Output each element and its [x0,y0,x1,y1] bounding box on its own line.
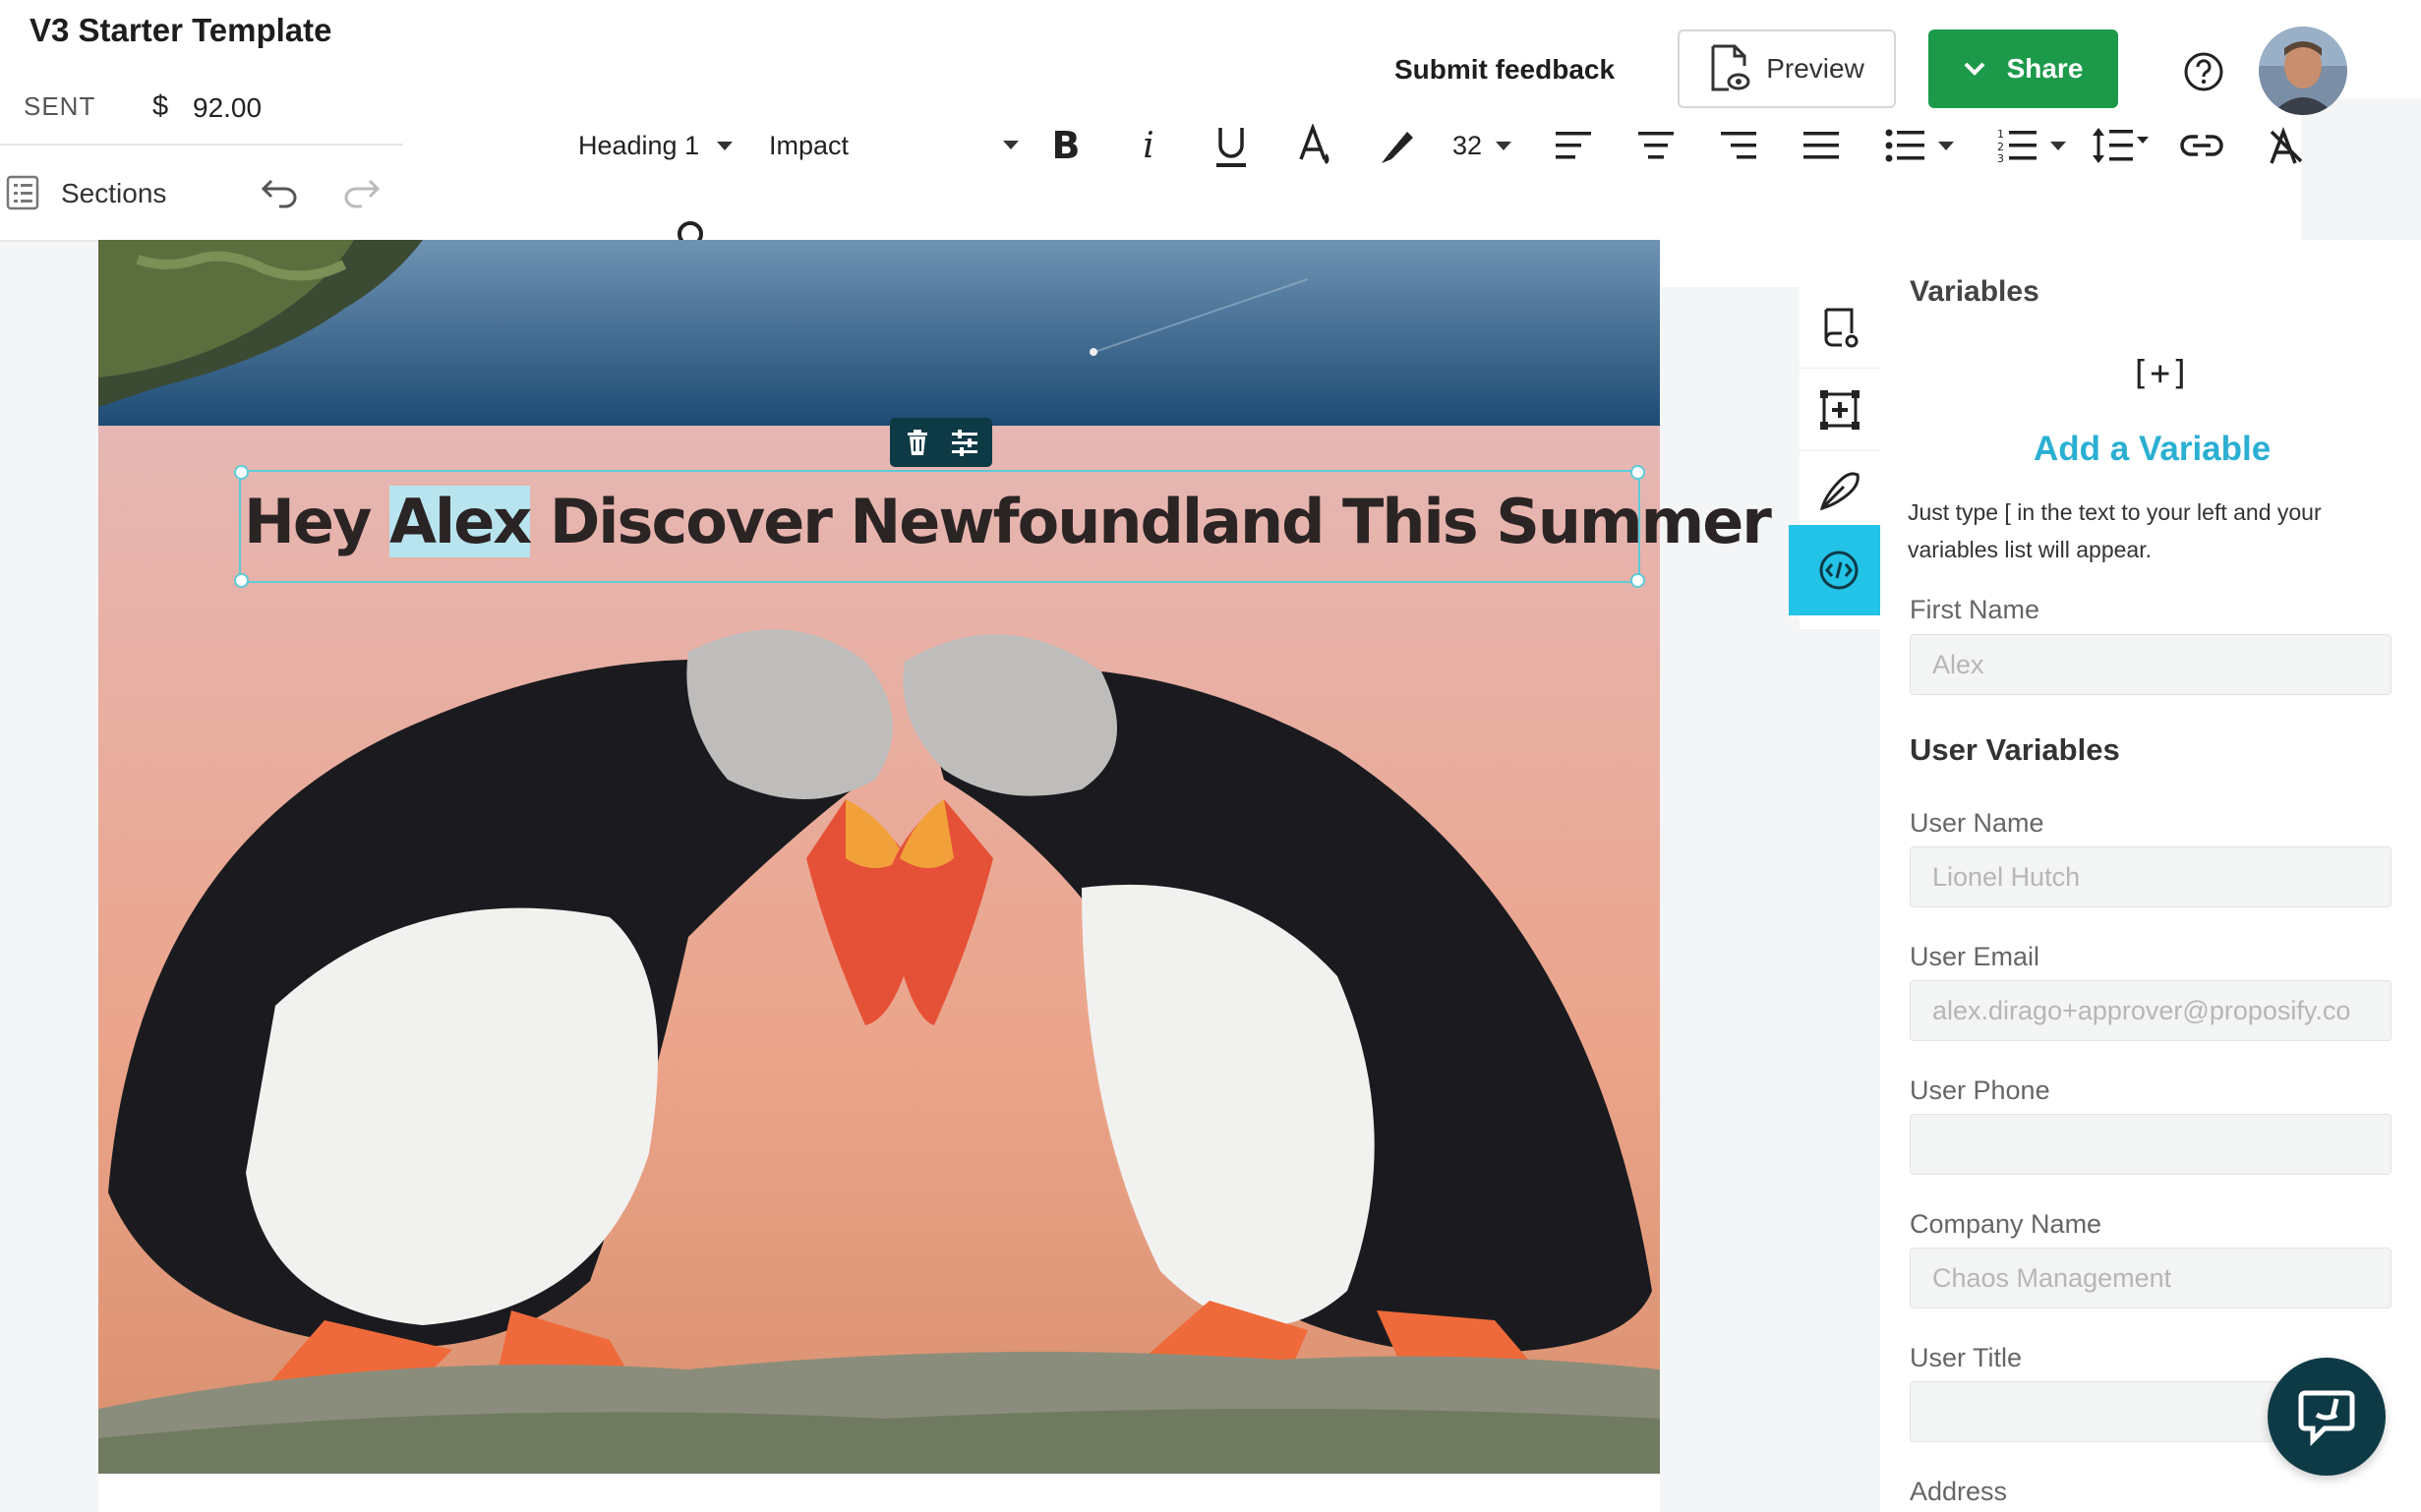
text-color-icon[interactable] [1295,122,1334,171]
bold-icon[interactable]: B [1047,124,1085,167]
svg-text:3: 3 [1997,152,2004,162]
heading-suffix: Discover Newfoundland This Summer [530,486,1772,557]
justify-icon[interactable] [1801,126,1841,165]
preview-label: Preview [1766,53,1864,84]
undo-icon[interactable] [258,175,301,210]
svg-text:1: 1 [1997,129,2004,141]
user-name-label: User Name [1910,808,2044,838]
line-height-icon[interactable] [2089,122,2154,169]
resize-handle[interactable] [234,573,249,588]
font-family-select[interactable]: Impact [769,126,1025,165]
user-email-field[interactable]: alex.dirago+approver@proposify.co [1910,980,2391,1041]
preview-document-icon [1711,44,1750,91]
fjord-banner-image[interactable] [98,240,1660,427]
font-size-value: 32 [1451,130,1483,160]
heading-text[interactable]: Hey Alex Discover Newfoundland This Summ… [244,486,1772,557]
user-name-field[interactable]: Lionel Hutch [1910,846,2391,907]
italic-icon[interactable]: i [1131,124,1166,167]
next-section [98,1474,1660,1512]
chat-icon [2298,1390,2355,1446]
font-family-value: Impact [769,130,850,160]
company-name-field[interactable]: Chaos Management [1910,1248,2391,1308]
chevron-down-icon [1003,141,1019,149]
bullet-list-icon[interactable] [1880,124,1959,167]
underline-icon[interactable] [1211,122,1251,171]
company-name-label: Company Name [1910,1209,2102,1239]
page-settings-icon[interactable] [1800,287,1880,369]
chevron-down-icon [1496,141,1512,150]
variables-help-text: Just type [ in the text to your left and… [1908,499,2322,562]
clear-format-icon[interactable] [2264,122,2307,169]
numbered-list-icon[interactable]: 123 [1992,124,2071,167]
user-phone-field[interactable] [1910,1114,2391,1175]
chevron-down-icon [1938,141,1954,150]
chat-support-button[interactable] [2268,1358,2386,1476]
first-name-variable[interactable]: Alex [388,486,532,557]
document-title[interactable]: V3 Starter Template [30,12,332,49]
first-name-label: First Name [1910,595,2040,624]
address-label: Address [1910,1477,2008,1506]
avatar[interactable] [2259,27,2347,115]
preview-button[interactable]: Preview [1678,29,1896,108]
redo-icon[interactable] [340,175,384,210]
block-settings-icon[interactable] [949,427,980,458]
align-left-icon[interactable] [1554,126,1593,165]
code-variable-icon [1817,549,1860,592]
chevron-down-icon [1964,62,1984,76]
sections-list-icon[interactable] [6,175,39,210]
chevron-down-icon [2050,141,2066,150]
add-variable-icon[interactable]: [+] [2130,354,2190,393]
resize-handle[interactable] [1630,573,1645,588]
submit-feedback-link[interactable]: Submit feedback [1394,54,1615,86]
highlight-icon[interactable] [1377,122,1418,169]
first-name-field[interactable]: Alex [1910,634,2391,695]
font-size-select[interactable]: 32 [1449,124,1514,167]
proposal-amount: 92.00 [193,92,263,123]
block-style-select[interactable]: Heading 1 [578,126,755,165]
block-style-value: Heading 1 [578,130,700,160]
user-phone-label: User Phone [1910,1076,2050,1105]
heading-prefix: Hey [244,486,389,557]
user-title-field[interactable] [1910,1381,2303,1442]
resize-handle[interactable] [1630,465,1645,480]
align-center-icon[interactable] [1636,126,1676,165]
variables-tab[interactable] [1789,525,1889,615]
delete-block-icon[interactable] [902,427,933,458]
sections-label[interactable]: Sections [61,178,166,209]
share-button[interactable]: Share [1928,29,2118,108]
chevron-down-icon [717,141,734,150]
align-right-icon[interactable] [1719,126,1758,165]
panel-title: Variables [1910,275,2039,308]
user-variables-title: User Variables [1910,732,2120,767]
user-email-label: User Email [1910,942,2040,971]
resize-handle[interactable] [234,465,249,480]
link-icon[interactable] [2177,124,2226,167]
add-block-icon[interactable] [1800,370,1880,451]
help-icon[interactable] [2183,51,2224,92]
share-label: Share [2006,53,2084,84]
block-toolbar [890,418,992,467]
currency-symbol: $ [152,90,169,122]
user-title-label: User Title [1910,1343,2023,1372]
add-variable-link[interactable]: Add a Variable [2034,430,2271,469]
status-badge: SENT [24,91,96,121]
signature-pen-icon[interactable] [1800,450,1880,532]
